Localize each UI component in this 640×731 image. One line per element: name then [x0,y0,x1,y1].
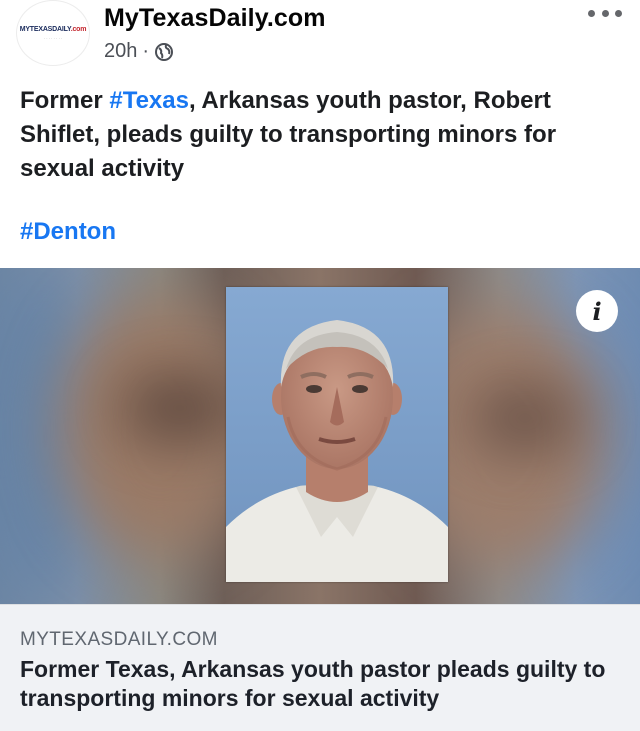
post-text-part1: Former [20,87,110,114]
more-dot [588,9,595,17]
post-timestamp[interactable]: 20h [104,40,137,63]
link-title[interactable]: Former Texas, Arkansas youth pastor plea… [20,655,630,713]
link-preview-image[interactable]: i [0,268,640,604]
info-glyph: i [592,296,602,326]
globe-icon [154,42,174,62]
meta-separator: · [142,40,150,62]
info-icon[interactable]: i [576,290,618,332]
avatar-logo: MYTEXASDAILY.com [20,26,87,33]
avatar-tagline-decoration: · · · · · · · · [43,35,63,41]
page-avatar[interactable]: MYTEXASDAILY.com · · · · · · · · [16,0,90,66]
mugshot-photo [226,287,448,582]
more-dot [615,9,622,17]
more-options-icon[interactable] [588,6,622,20]
more-dot [601,9,609,17]
page-name-link[interactable]: MyTexasDaily.com [104,4,326,33]
hashtag-denton-link[interactable]: #Denton [20,218,116,246]
avatar-logo-suffix: .com [70,25,87,33]
post-meta: 20h · [104,40,174,63]
hashtag-texas-link[interactable]: #Texas [109,87,189,114]
post-header: MYTEXASDAILY.com · · · · · · · · MyTexas… [0,0,640,78]
link-domain: MYTEXASDAILY.COM [20,629,218,650]
link-preview-caption[interactable]: MYTEXASDAILY.COM Former Texas, Arkansas … [0,604,640,731]
avatar-logo-text: MYTEXASDAILY [19,25,71,33]
post-message: Former #Texas, Arkansas youth pastor, Ro… [20,84,620,186]
